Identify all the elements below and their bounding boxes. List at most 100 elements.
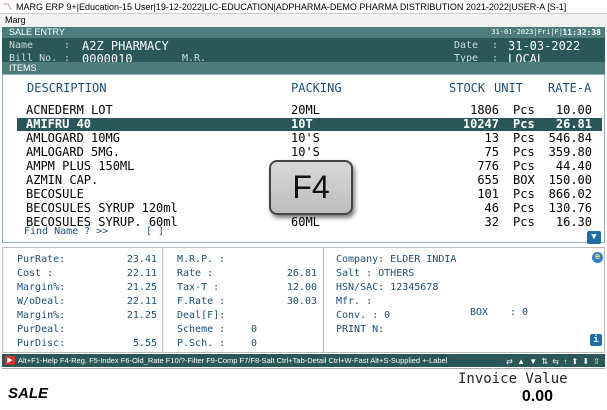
box-value: : 0 (510, 307, 529, 318)
detail-field: F.Rate : 30.03 (177, 296, 317, 307)
detail-value: 23.41 (126, 254, 157, 265)
sale-entry-title: SALE ENTRY (9, 27, 65, 37)
item-rate: 16.30 (555, 215, 592, 229)
f4-key-overlay: F4 (269, 160, 353, 215)
system-time: 11:32:38 (562, 28, 601, 37)
item-unit: Pcs (513, 187, 535, 201)
party-panel: Name : A2Z PHARMACY Bill No. : 0000010 M… (2, 38, 605, 62)
detail-field: Margin%: 21.25 (17, 282, 157, 293)
info-icon[interactable]: i (590, 334, 602, 346)
date-field[interactable]: 31-03-2022 (508, 39, 580, 53)
browser-icon[interactable]: e (592, 252, 603, 263)
menu-bar: Marg (0, 14, 607, 27)
detail-label: Rate : (177, 268, 214, 279)
item-packing: 10'S (291, 131, 320, 145)
item-details-panel: PurRate: 23.41 Cost : 22.11 Margin%: 21.25 W/o… (2, 247, 605, 353)
navigation-icons[interactable]: ⇄ ▲ ▼ ⇅ ⇆ ↑ ⬆ ⬇ ⇧ (506, 355, 601, 367)
bill-colon: : (64, 53, 71, 62)
detail-value: 21.25 (126, 282, 157, 293)
detail-label: Deal[F]: (177, 310, 226, 321)
item-rate: 866.02 (548, 187, 592, 201)
find-input[interactable]: [ ] (146, 226, 164, 237)
item-rate: 150.00 (548, 173, 592, 187)
detail-field: PRINT N: (336, 324, 384, 335)
detail-label: Margin%: (17, 310, 66, 321)
detail-field: Tax-T : 12.00 (177, 282, 317, 293)
item-packing: 20ML (291, 103, 320, 117)
detail-label: Salt : OTHERS (336, 268, 415, 279)
item-rate: 10.00 (555, 103, 592, 117)
detail-value: 5.55 (132, 338, 157, 349)
type-colon: : (492, 53, 499, 62)
type-field[interactable]: LOCAL (508, 52, 544, 62)
find-name-bar: Find Name ? >> [ ] (24, 226, 164, 237)
item-unit: Pcs (513, 159, 535, 173)
item-rate: 130.76 (548, 201, 592, 215)
detail-value: 22.11 (126, 296, 157, 307)
detail-field: Conv. : 0 (336, 310, 390, 321)
col-packing: PACKING (291, 81, 342, 95)
find-label: Find Name ? >> (24, 226, 109, 237)
menu-marg[interactable]: Marg (5, 15, 26, 25)
date-colon: : (492, 40, 499, 51)
table-row[interactable]: AMLOGARD 10MG 10'S 13 Pcs 546.84 (17, 132, 602, 145)
detail-field: P.Sch. :0 (177, 338, 257, 349)
system-date: 31-01-2023|Fri|F| (491, 28, 563, 36)
item-stock: 1806 (470, 103, 499, 117)
detail-field: Margin%: 21.25 (17, 310, 157, 321)
item-description: AMIFRU 40 (26, 117, 92, 131)
col-rate: RATE-A (548, 81, 592, 95)
filter-icon[interactable]: ▼ (587, 231, 601, 244)
detail-label: Conv. : 0 (336, 310, 391, 321)
play-icon[interactable]: ▶ (5, 356, 15, 365)
invoice-value: 0.00 (521, 388, 553, 405)
shortcut-hints: Alt+F1-Help F4-Reg. F5-Index F6-Old_Rate… (18, 356, 448, 365)
item-stock: 32 (484, 215, 499, 229)
table-row[interactable]: AMIFRU 40 10T 10247 Pcs 26.81 (17, 118, 602, 131)
item-packing: 60ML (291, 215, 320, 229)
detail-label: PurRate: (17, 254, 66, 265)
item-description: AMLOGARD 10MG (26, 131, 120, 145)
items-grid: DESCRIPTION PACKING STOCK UNIT RATE-A AC… (2, 74, 605, 243)
item-packing: 10T (291, 117, 313, 131)
detail-label: Cost : (17, 268, 54, 279)
name-label: Name (9, 40, 34, 51)
item-stock: 46 (484, 201, 499, 215)
item-unit: Pcs (513, 201, 535, 215)
party-name-field[interactable]: A2Z PHARMACY (82, 39, 169, 53)
detail-label: PurDisc: (17, 338, 66, 349)
item-description: AMPM PLUS 150ML (26, 159, 135, 173)
bill-label: Bill No. (9, 53, 58, 62)
item-description: BECOSULES SYRUP 120ml (26, 201, 178, 215)
detail-field: PurDisc: 5.55 (17, 338, 157, 349)
invoice-value-label: Invoice Value (458, 371, 568, 387)
table-row[interactable]: AMLOGARD 5MG. 10'S 75 Pcs 359.80 (17, 146, 602, 159)
item-stock: 13 (484, 131, 499, 145)
detail-label: W/oDeal: (17, 296, 66, 307)
detail-label: Mfr. : (336, 296, 373, 307)
detail-field: M.R.P. : (177, 254, 225, 265)
shortcut-hint-bar: ▶ Alt+F1-Help F4-Reg. F5-Index F6-Old_Ra… (2, 354, 605, 367)
table-row[interactable]: ACNEDERM LOT 20ML 1806 Pcs 10.00 (17, 104, 602, 117)
detail-value: 12.00 (286, 282, 317, 293)
box-label: BOX (470, 307, 489, 318)
item-description: AZMIN CAP. (26, 173, 99, 187)
item-unit: BOX (513, 173, 535, 187)
item-packing: 10'S (291, 145, 320, 159)
detail-label: F.Rate : (177, 296, 226, 307)
item-stock: 75 (484, 145, 499, 159)
detail-label: Tax-T : (177, 282, 220, 293)
pricing-panel: PurRate: 23.41 Cost : 22.11 Margin%: 21.25 W/o… (3, 248, 163, 352)
bill-no-field[interactable]: 0000010 (82, 52, 133, 62)
item-rate: 546.84 (548, 131, 592, 145)
item-unit: Pcs (513, 215, 535, 229)
item-unit: Pcs (513, 131, 535, 145)
marg-logo-icon: 〽 (3, 2, 13, 12)
item-rate: 26.81 (555, 117, 592, 131)
detail-field: Mfr. : (336, 296, 372, 307)
footer: SALE Invoice Value 0.00 (2, 368, 605, 408)
item-stock: 10247 (462, 117, 499, 131)
detail-label: Margin%: (17, 282, 66, 293)
date-label: Date (454, 40, 479, 51)
item-rate: 359.80 (548, 145, 592, 159)
